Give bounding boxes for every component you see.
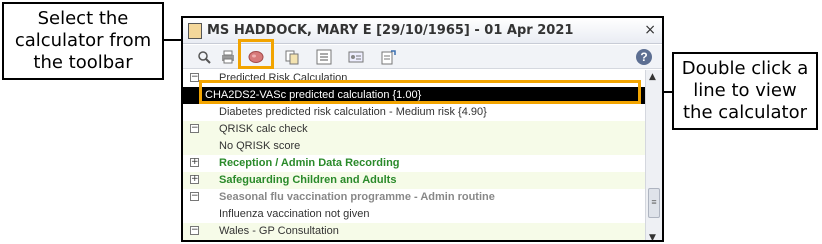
callout-line: Select the bbox=[37, 8, 129, 29]
selected-row-highlight-frame bbox=[199, 80, 641, 104]
callout-line: Double click a bbox=[681, 58, 809, 79]
list-item[interactable]: Diabetes predicted risk calculation - Me… bbox=[183, 104, 648, 121]
window-title: MS HADDOCK, MARY E [29/10/1965] - 01 Apr… bbox=[207, 23, 574, 38]
collapse-icon[interactable]: − bbox=[190, 124, 199, 133]
scroll-up-icon[interactable]: ▲ bbox=[649, 72, 656, 82]
list-item[interactable]: − Wales - GP Consultation bbox=[183, 223, 648, 240]
callout-line: calculator from bbox=[14, 30, 152, 51]
print-preview-icon[interactable] bbox=[195, 48, 213, 66]
help-icon[interactable]: ? bbox=[636, 49, 652, 65]
scroll-thumb[interactable]: ≡ bbox=[648, 188, 660, 218]
id-card-icon[interactable] bbox=[347, 48, 365, 66]
callout-double-click: Double click a line to view the calculat… bbox=[672, 52, 818, 130]
list-item-label: Wales - GP Consultation bbox=[219, 225, 339, 237]
list-item-label: Influenza vaccination not given bbox=[219, 208, 370, 220]
scroll-down-icon[interactable]: ▼ bbox=[649, 233, 656, 240]
list-item-label: Seasonal flu vaccination programme - Adm… bbox=[219, 191, 495, 203]
list-item[interactable]: Influenza vaccination not given bbox=[183, 206, 648, 223]
callout-line: the calculator bbox=[683, 102, 807, 123]
list-item-label: QRISK calc check bbox=[219, 123, 308, 135]
collapse-icon[interactable]: − bbox=[190, 192, 199, 201]
copy-icon[interactable] bbox=[283, 48, 301, 66]
collapse-icon[interactable]: − bbox=[190, 73, 199, 82]
callout-line: line to view bbox=[693, 80, 797, 101]
list-item-label: Reception / Admin Data Recording bbox=[219, 157, 400, 169]
expand-icon[interactable]: + bbox=[190, 158, 199, 167]
callout-line: the toolbar bbox=[33, 52, 133, 73]
close-icon[interactable]: × bbox=[644, 22, 656, 38]
export-icon[interactable] bbox=[379, 48, 397, 66]
list-item[interactable]: + Reception / Admin Data Recording bbox=[183, 155, 648, 172]
patient-icon bbox=[188, 23, 202, 39]
list-icon[interactable] bbox=[315, 48, 333, 66]
list-item[interactable]: No QRISK score bbox=[183, 138, 648, 155]
patient-window: MS HADDOCK, MARY E [29/10/1965] - 01 Apr… bbox=[181, 16, 664, 242]
calculator-highlight-frame bbox=[238, 39, 274, 69]
list-item[interactable]: − QRISK calc check bbox=[183, 121, 648, 138]
expand-icon[interactable]: + bbox=[190, 175, 199, 184]
vertical-scrollbar[interactable]: ▲ ≡ ▼ bbox=[645, 70, 662, 240]
print-icon[interactable] bbox=[219, 48, 237, 66]
callout-select-calculator: Select the calculator from the toolbar bbox=[2, 2, 164, 80]
list-item-label: Safeguarding Children and Adults bbox=[219, 174, 397, 186]
collapse-icon[interactable]: − bbox=[190, 226, 199, 235]
list-item[interactable]: + Safeguarding Children and Adults bbox=[183, 172, 648, 189]
list-item[interactable]: − Seasonal flu vaccination programme - A… bbox=[183, 189, 648, 206]
list-item-label: No QRISK score bbox=[219, 140, 301, 152]
list-item-label: Diabetes predicted risk calculation - Me… bbox=[219, 106, 487, 118]
